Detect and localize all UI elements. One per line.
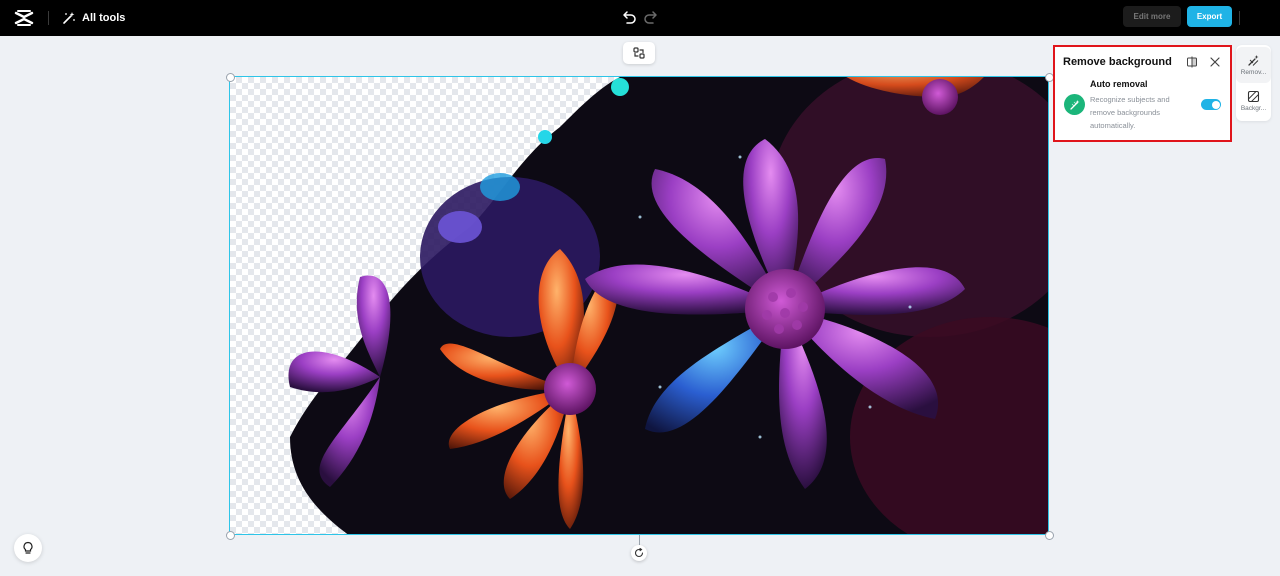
- divider: [48, 11, 49, 25]
- auto-removal-icon: [1064, 94, 1085, 115]
- resize-handle[interactable]: [226, 73, 235, 82]
- toggle-knob: [1211, 100, 1220, 109]
- remove-background-icon: [1248, 55, 1259, 66]
- rotate-icon: [634, 548, 644, 558]
- lightbulb-icon: [23, 541, 33, 554]
- panel-title: Remove background: [1063, 56, 1172, 68]
- rail-item-label: Remov...: [1240, 69, 1267, 76]
- swap-icon: [633, 47, 645, 59]
- top-bar: All tools Edit more Export: [0, 0, 1280, 36]
- rail-item-remove-background[interactable]: Remov...: [1236, 47, 1271, 83]
- resize-handle[interactable]: [1045, 531, 1054, 540]
- swap-button[interactable]: [623, 42, 655, 64]
- background-icon: [1247, 90, 1260, 103]
- resize-handle[interactable]: [226, 531, 235, 540]
- magic-wand-icon: [63, 12, 75, 24]
- capcut-logo[interactable]: [14, 8, 34, 28]
- auto-removal-toggle[interactable]: [1201, 99, 1221, 110]
- tips-button[interactable]: [14, 534, 42, 562]
- right-tool-rail: Remov... Backgr...: [1236, 45, 1271, 121]
- all-tools-button[interactable]: All tools: [62, 8, 125, 28]
- export-button[interactable]: Export: [1187, 6, 1232, 27]
- rail-item-background[interactable]: Backgr...: [1236, 83, 1271, 119]
- all-tools-label: All tools: [82, 12, 126, 24]
- remove-background-panel: Remove background Auto removal Recognize…: [1053, 45, 1232, 142]
- image-canvas[interactable]: [229, 76, 1049, 535]
- close-icon[interactable]: [1209, 56, 1221, 68]
- edit-more-button[interactable]: Edit more: [1123, 6, 1181, 27]
- redo-icon[interactable]: [642, 8, 660, 26]
- divider: [1239, 11, 1240, 25]
- rotate-button[interactable]: [631, 545, 647, 561]
- flower-image: [288, 77, 1048, 534]
- auto-removal-title: Auto removal: [1090, 79, 1148, 89]
- undo-icon[interactable]: [620, 8, 638, 26]
- rotate-line: [639, 535, 640, 545]
- auto-removal-description: Recognize subjects and remove background…: [1090, 95, 1170, 130]
- compare-icon[interactable]: [1186, 56, 1198, 68]
- rail-item-label: Backgr...: [1240, 105, 1267, 112]
